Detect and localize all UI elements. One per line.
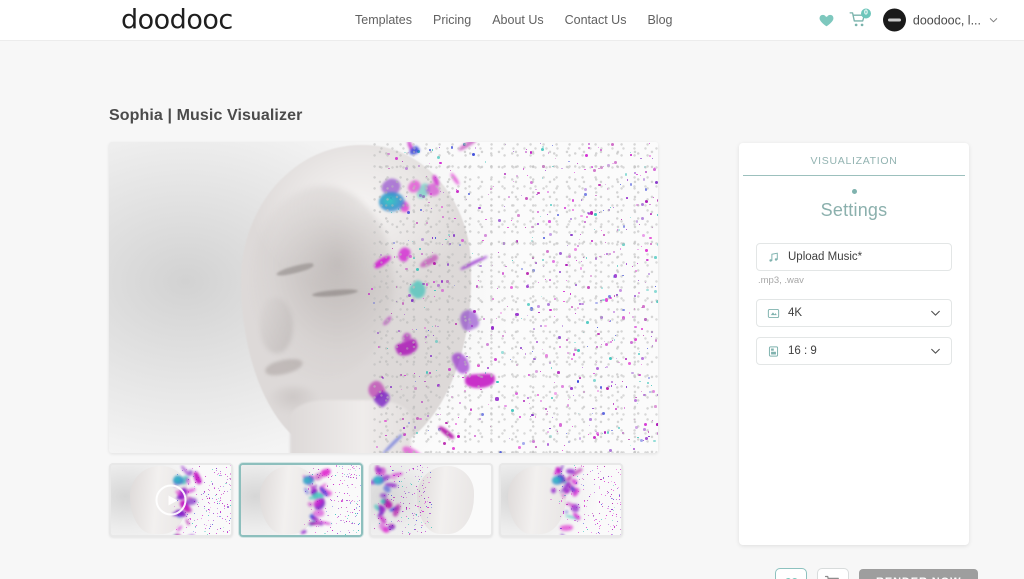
cart-badge-count: 0 bbox=[861, 8, 871, 18]
thumbnail-artwork bbox=[501, 465, 621, 535]
aspect-ratio-value: 16 : 9 bbox=[788, 345, 817, 357]
preview-player[interactable] bbox=[109, 142, 658, 453]
thumbnail-3[interactable] bbox=[369, 463, 493, 537]
music-note-icon bbox=[767, 251, 780, 264]
resolution-value: 4K bbox=[788, 307, 802, 319]
upload-music-label: Upload Music* bbox=[788, 251, 862, 263]
preview-artwork bbox=[109, 142, 658, 453]
avatar bbox=[883, 9, 906, 32]
thumbnail-artwork bbox=[241, 465, 361, 535]
user-menu[interactable]: doodooc, l... bbox=[883, 9, 999, 32]
settings-panel: VISUALIZATION Settings Upload Music* .mp… bbox=[739, 143, 969, 545]
aspect-ratio-select[interactable]: 16 : 9 bbox=[756, 337, 952, 365]
action-bar: RENDER NOW bbox=[775, 568, 978, 579]
thumbnail-4[interactable] bbox=[499, 463, 623, 537]
resolution-select[interactable]: 4K bbox=[756, 299, 952, 327]
carousel-dot[interactable] bbox=[852, 189, 857, 194]
play-icon[interactable] bbox=[156, 485, 187, 516]
render-now-button[interactable]: RENDER NOW bbox=[859, 569, 978, 579]
cart-button[interactable]: 0 bbox=[848, 10, 870, 30]
upload-music-hint: .mp3, .wav bbox=[758, 275, 969, 286]
chevron-down-icon bbox=[988, 15, 999, 26]
nav-link-pricing[interactable]: Pricing bbox=[433, 13, 471, 27]
nav-link-about-us[interactable]: About Us bbox=[492, 13, 543, 27]
nav-link-templates[interactable]: Templates bbox=[355, 13, 412, 27]
favorite-button[interactable] bbox=[775, 568, 807, 579]
add-to-cart-button[interactable] bbox=[817, 568, 849, 579]
artwork-grain bbox=[373, 142, 658, 453]
thumbnail-1[interactable] bbox=[109, 463, 233, 537]
nav-link-blog[interactable]: Blog bbox=[647, 13, 672, 27]
nav-link-contact-us[interactable]: Contact Us bbox=[565, 13, 627, 27]
chevron-down-icon bbox=[929, 307, 942, 320]
chevron-down-icon bbox=[929, 345, 942, 358]
main-navigation: Templates Pricing About Us Contact Us Bl… bbox=[355, 13, 673, 27]
cart-plus-icon bbox=[824, 574, 842, 579]
thumbnail-2[interactable] bbox=[239, 463, 363, 537]
thumbnail-strip bbox=[109, 463, 623, 537]
page-body: Sophia | Music Visualizer bbox=[0, 41, 1024, 579]
upload-music-field[interactable]: Upload Music* bbox=[756, 243, 952, 271]
artwork-nose bbox=[260, 298, 293, 354]
heart-icon[interactable] bbox=[818, 12, 835, 29]
tab-underline bbox=[743, 175, 965, 176]
heart-icon bbox=[784, 575, 799, 579]
site-header: doodooc Templates Pricing About Us Conta… bbox=[0, 0, 1024, 41]
settings-heading: Settings bbox=[739, 200, 969, 221]
thumbnail-artwork bbox=[371, 465, 491, 535]
brand-logo[interactable]: doodooc bbox=[121, 5, 233, 36]
user-menu-label: doodooc, l... bbox=[913, 13, 981, 27]
resolution-icon bbox=[767, 307, 780, 320]
header-actions: 0 doodooc, l... bbox=[818, 9, 999, 32]
page-title: Sophia | Music Visualizer bbox=[109, 107, 302, 125]
tab-visualization[interactable]: VISUALIZATION bbox=[739, 143, 969, 175]
aspect-ratio-icon bbox=[767, 345, 780, 358]
